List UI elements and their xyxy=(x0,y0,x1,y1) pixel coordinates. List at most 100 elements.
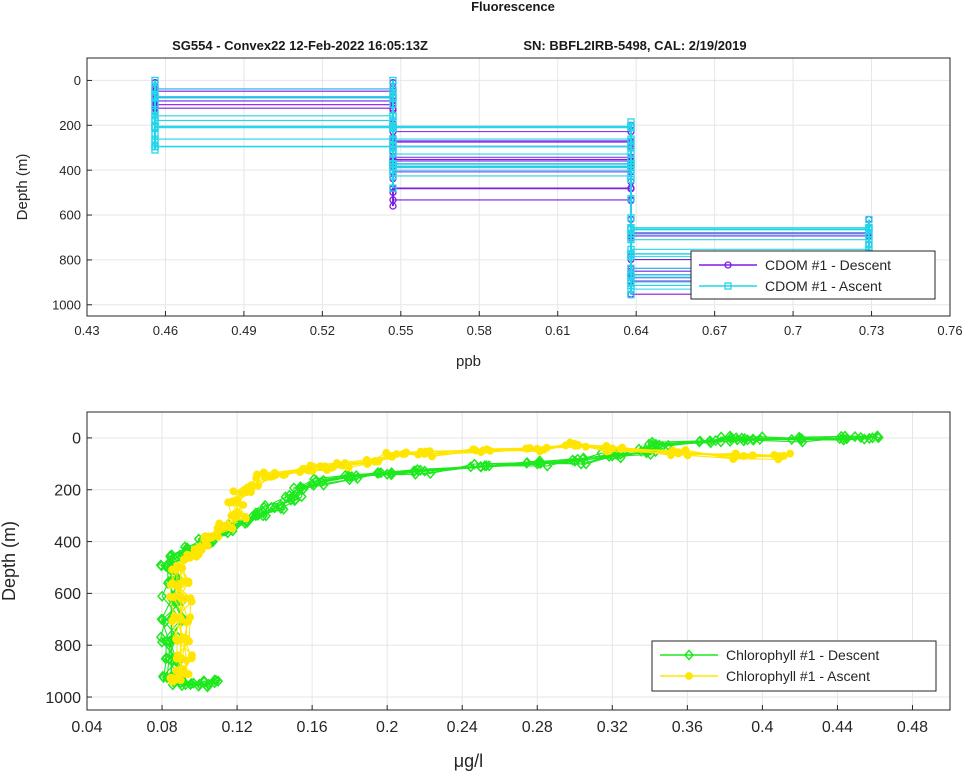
chl-point-1-5-7 xyxy=(414,450,423,459)
cdom-xtick-label-10: 0.73 xyxy=(859,323,884,338)
cdom-xtick-label-6: 0.61 xyxy=(545,323,570,338)
chl-legend-label-1: Chlorophyll #1 - Ascent xyxy=(726,668,870,684)
chl-xtick-label-7: 0.32 xyxy=(597,719,628,736)
cdom-ytick-label-5: 1000 xyxy=(52,297,81,312)
chl-legend: Chlorophyll #1 - Descent Chlorophyll #1 -… xyxy=(651,640,937,692)
chl-point-1-5-8 xyxy=(398,450,407,458)
chl-point-1-main-12 xyxy=(298,465,307,473)
cdom-ytick-label-0: 0 xyxy=(74,73,81,88)
chl-xtick-label-8: 0.36 xyxy=(672,719,703,736)
chl-xtick-label-11: 0.48 xyxy=(897,719,928,736)
chl-point-1-main-27 xyxy=(176,636,185,644)
chl-ytick-label-3: 600 xyxy=(54,586,81,603)
figure: Fluorescence SG554 - Convex22 12-Feb-202… xyxy=(0,0,963,771)
chl-xtick-label-2: 0.12 xyxy=(222,719,253,736)
cdom-plot: 0.43 0.46 0.49 0.52 0.55 0.58 0.61 0.64 0.67 0.7 0… xyxy=(14,57,963,370)
chl-point-1-main-18 xyxy=(233,511,241,520)
chl-xtick-label-4: 0.2 xyxy=(376,719,398,736)
cdom-xtick-label-5: 0.58 xyxy=(467,323,492,338)
chl-point-1-main-14 xyxy=(261,472,270,481)
chl-point-1-5-5 xyxy=(542,443,551,452)
chl-point-1-main-2 xyxy=(674,448,682,457)
cdom-ytick-label-3: 600 xyxy=(59,208,81,223)
chl-ytick-label-0: 0 xyxy=(72,431,81,448)
chl-point-1-5-2 xyxy=(681,446,690,454)
cdom-legend-label-1: CDOM #1 - Ascent xyxy=(765,278,882,294)
cdom-legend-label-0: CDOM #1 - Descent xyxy=(765,257,891,273)
chl-xtick-label-1: 0.08 xyxy=(146,719,177,736)
chl-legend-label-0: Chlorophyll #1 - Descent xyxy=(726,647,879,663)
chl-point-1-5-1 xyxy=(729,455,738,463)
chl-ylabel: Depth (m) xyxy=(0,521,19,601)
chl-xtick-label-3: 0.16 xyxy=(297,719,328,736)
chl-point-1-main-16 xyxy=(236,488,245,497)
chl-point-1-5-19 xyxy=(215,519,224,528)
chl-point-1-main-19 xyxy=(223,522,232,530)
figure-title: Fluorescence xyxy=(471,0,555,14)
chl-point-1-main-20 xyxy=(205,532,213,541)
cdom-ytick-label-1: 200 xyxy=(59,118,81,133)
cdom-xtick-label-7: 0.64 xyxy=(624,323,649,338)
cdom-ytick-label-4: 800 xyxy=(59,253,81,268)
chl-ytick-label-1: 200 xyxy=(54,482,81,499)
figure-subtitle-left: SG554 - Convex22 12-Feb-2022 16:05:13Z xyxy=(172,38,428,53)
chl-point-1-4-22 xyxy=(192,552,201,561)
chl-point-1-5-25 xyxy=(169,593,178,602)
chl-ytick-label-5: 1000 xyxy=(45,690,81,707)
chl-xtick-label-5: 0.24 xyxy=(447,719,478,736)
cdom-xtick-label-4: 0.55 xyxy=(388,323,413,338)
chl-point-1-main-1 xyxy=(739,452,748,460)
chl-point-1-main-9 xyxy=(364,457,373,466)
chl-legend-marker-1 xyxy=(685,672,693,680)
chl-point-1-main-7 xyxy=(420,450,429,458)
cdom-xtick-label-3: 0.52 xyxy=(310,323,335,338)
chl-point-1-main-13 xyxy=(270,468,279,477)
chl-point-1-main-23 xyxy=(176,563,185,572)
figure-subtitle-right: SN: BBFL2IRB-5498, CAL: 2/19/2019 xyxy=(523,38,746,53)
chl-point-1-main-5 xyxy=(533,444,542,453)
chl-point-1-main-22 xyxy=(186,553,195,562)
chl-point-1-3-25 xyxy=(186,594,195,603)
chl-xtick-label-10: 0.44 xyxy=(822,719,853,736)
chl-point-1-main-10 xyxy=(336,461,345,470)
cdom-ylabel: Depth (m) xyxy=(14,154,31,221)
chl-point-1-main-26 xyxy=(176,615,185,624)
chl-point-1-main-15 xyxy=(248,483,256,492)
chl-point-1-5-9 xyxy=(374,457,383,466)
chl-point-1-main-17 xyxy=(233,498,241,507)
chl-point-1-main-6 xyxy=(477,448,485,457)
chl-ytick-label-4: 800 xyxy=(54,638,81,655)
chl-point-1-5-12 xyxy=(308,467,317,475)
cdom-xtick-label-9: 0.7 xyxy=(784,323,802,338)
chl-point-1-0-16 xyxy=(229,487,238,496)
chl-point-1-main-30 xyxy=(176,676,185,685)
chl-xtick-label-6: 0.28 xyxy=(522,719,553,736)
cdom-xtick-label-1: 0.46 xyxy=(153,323,178,338)
chl-point-1-5-6 xyxy=(469,445,478,454)
cdom-ytick-label-2: 400 xyxy=(59,163,81,178)
cdom-xtick-label-8: 0.67 xyxy=(702,323,727,338)
chl-xtick-label-9: 0.4 xyxy=(751,719,773,736)
cdom-xtick-label-11: 0.76 xyxy=(937,323,962,338)
chl-point-1-main-0 xyxy=(777,452,786,461)
cdom-xtick-label-0: 0.43 xyxy=(74,323,99,338)
chl-ytick-label-2: 400 xyxy=(54,534,81,551)
chl-point-1-3-13 xyxy=(279,471,288,479)
chlorophyll-plot: 0.04 0.08 0.12 0.16 0.2 0.24 0.28 0.32 0.36 0.4 0.… xyxy=(0,411,951,771)
cdom-xtick-label-2: 0.49 xyxy=(231,323,256,338)
chl-point-1-main-21 xyxy=(195,542,204,551)
cdom-legend: CDOM #1 - Descent CDOM #1 - Ascent xyxy=(690,250,936,300)
chl-xtick-label-0: 0.04 xyxy=(71,719,102,736)
chl-point-1-2-26 xyxy=(170,612,179,620)
chl-point-1-main-8 xyxy=(392,450,401,458)
chl-point-1-5-18 xyxy=(242,514,250,523)
chl-point-1-main-29 xyxy=(176,667,185,676)
chl-point-1-main-25 xyxy=(176,594,185,603)
chl-point-1-main-24 xyxy=(176,579,185,587)
chl-xlabel: μg/l xyxy=(454,751,483,771)
chl-point-1-5-14 xyxy=(253,470,261,479)
chl-point-1-5-0 xyxy=(786,449,795,458)
chl-point-1-main-11 xyxy=(317,463,326,471)
chl-point-1-main-28 xyxy=(176,654,185,663)
chl-point-1-5-30 xyxy=(166,674,175,682)
